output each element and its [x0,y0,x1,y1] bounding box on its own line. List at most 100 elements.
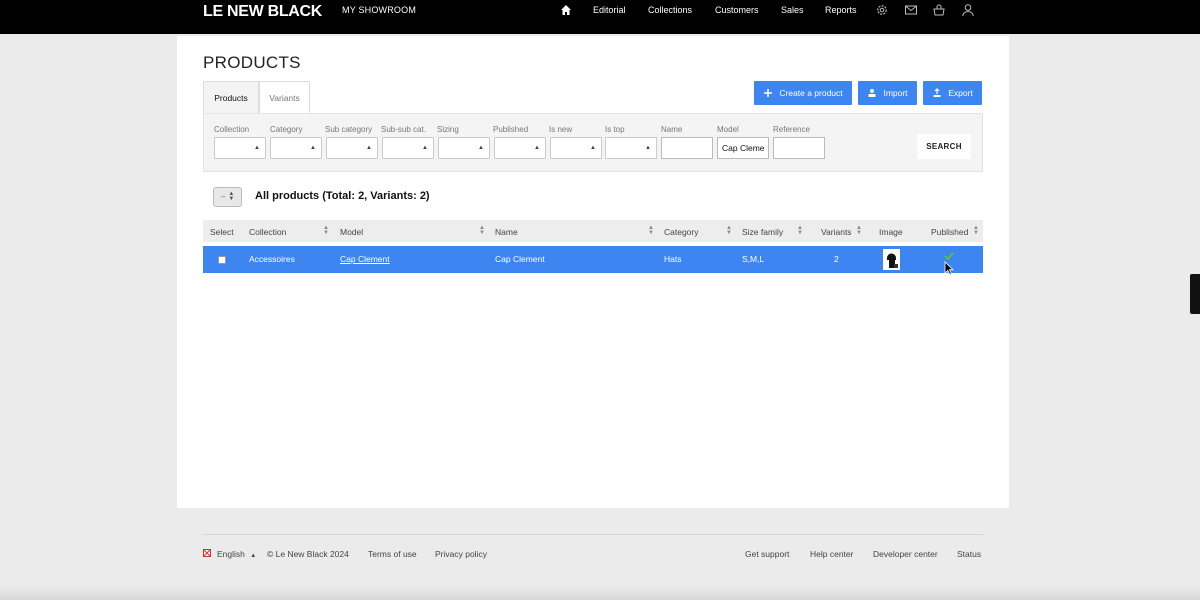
sub-category-select[interactable]: ▲ [326,137,378,159]
filter-sub-category-label: Sub category [325,125,373,134]
model-input[interactable]: Cap Cleme [717,137,769,159]
sort-icon[interactable]: ▲ ▼ [856,225,862,236]
cell-model-link[interactable]: Cap Clement [340,254,390,264]
caret-up-icon: ▲ [645,145,651,151]
filter-category-label: Category [270,125,303,134]
settings-icon[interactable] [875,3,889,17]
export-button[interactable]: Export [923,81,982,105]
col-published[interactable]: Published [931,227,968,237]
col-category[interactable]: Category [664,227,699,237]
mail-icon[interactable] [904,3,918,17]
nav-reports[interactable]: Reports [825,5,857,15]
caret-up-icon: ▲ [254,145,260,151]
top-navigation-bar: LE NEW BLACK MY SHOWROOM Editorial Colle… [0,0,1200,34]
bulk-select-value: -- [220,193,226,201]
language-selector[interactable]: English ▲ [217,549,256,559]
terms-link[interactable]: Terms of use [368,549,417,559]
import-label: Import [883,88,908,98]
category-select[interactable]: ▲ [270,137,322,159]
import-icon [868,89,876,97]
caret-up-icon: ▲ [310,145,316,151]
nav-editorial[interactable]: Editorial [593,5,626,15]
col-size-family[interactable]: Size family [742,227,783,237]
published-select[interactable]: ▲ [494,137,546,159]
home-icon[interactable] [560,4,572,16]
caret-up-icon: ▲ [534,145,540,151]
filter-sizing-label: Sizing [437,125,459,134]
sizing-select[interactable]: ▲ [438,137,490,159]
table-header [203,220,983,242]
create-product-button[interactable]: Create a product [754,81,852,105]
bottom-shade [0,586,1200,600]
footer-divider [203,534,983,535]
language-label: English [217,549,245,559]
privacy-link[interactable]: Privacy policy [435,549,487,559]
col-collection[interactable]: Collection [249,227,286,237]
caret-up-icon: ▲ [366,145,372,151]
cell-collection: Accessoires [249,254,295,264]
nav-collections[interactable]: Collections [648,5,692,15]
user-icon[interactable] [961,3,975,17]
developer-center-link[interactable]: Developer center [873,549,938,559]
mouse-cursor-icon [944,261,954,275]
sub-sub-category-select[interactable]: ▲ [382,137,434,159]
filter-is-top-label: Is top [605,125,625,134]
create-product-label: Create a product [779,88,843,98]
filter-is-new-label: Is new [549,125,573,134]
filter-reference-label: Reference [773,125,810,134]
col-name[interactable]: Name [495,227,518,237]
tab-variants[interactable]: Variants [259,81,310,114]
sort-icon[interactable]: ▲ ▼ [648,225,654,236]
page-title: PRODUCTS [203,53,301,72]
row-select-checkbox[interactable] [218,256,226,264]
cap-image-icon [887,253,898,268]
side-feedback-tab[interactable] [1190,274,1200,314]
brand-logo[interactable]: LE NEW BLACK [203,3,322,21]
col-variants[interactable]: Variants [821,227,852,237]
language-flag-icon [203,549,211,557]
col-model[interactable]: Model [340,227,363,237]
filter-name-label: Name [661,125,683,134]
caret-up-icon: ▲ [250,553,257,559]
status-link[interactable]: Status [957,549,981,559]
sort-icon[interactable]: ▲ ▼ [479,225,485,236]
tab-products[interactable]: Products [203,81,259,114]
caret-up-icon: ▲ [422,145,428,151]
import-button[interactable]: Import [858,81,917,105]
sort-icon[interactable]: ▲ ▼ [726,225,732,236]
published-check-icon[interactable] [944,251,954,261]
nav-customers[interactable]: Customers [715,5,759,15]
table-row[interactable] [203,246,983,273]
caret-up-icon: ▲ [590,145,596,151]
collection-select[interactable]: ▲ [214,137,266,159]
search-button[interactable]: SEARCH [917,134,971,159]
reference-input[interactable] [773,137,825,159]
section-name[interactable]: MY SHOWROOM [342,5,416,15]
updown-arrow-icon: ▲ ▼ [228,191,235,202]
name-input[interactable] [661,137,713,159]
filter-sub-sub-category-label: Sub-sub cat. [381,125,426,134]
copyright-text: © Le New Black 2024 [267,549,349,559]
bulk-action-select[interactable]: -- ▲ ▼ [213,187,242,207]
plus-icon [764,89,773,97]
caret-up-icon: ▲ [478,145,484,151]
cell-variants: 2 [834,254,839,264]
support-link[interactable]: Get support [745,549,789,559]
sort-icon[interactable]: ▲ ▼ [323,225,329,236]
is-new-select[interactable]: ▲ [550,137,602,159]
cell-category: Hats [664,254,682,264]
export-label: Export [948,88,973,98]
product-thumbnail[interactable] [883,249,900,270]
nav-sales[interactable]: Sales [781,5,804,15]
help-center-link[interactable]: Help center [810,549,853,559]
basket-icon[interactable] [932,3,946,17]
products-summary: All products (Total: 2, Variants: 2) [255,190,430,202]
cell-name: Cap Clement [495,254,545,264]
is-top-select[interactable]: ▲ [605,137,657,159]
sort-icon[interactable]: ▲ ▼ [797,225,803,236]
export-icon [933,88,941,97]
filter-published-label: Published [493,125,529,134]
sort-icon[interactable]: ▲ ▼ [973,225,979,236]
col-image: Image [879,227,903,237]
col-select: Select [210,227,234,237]
